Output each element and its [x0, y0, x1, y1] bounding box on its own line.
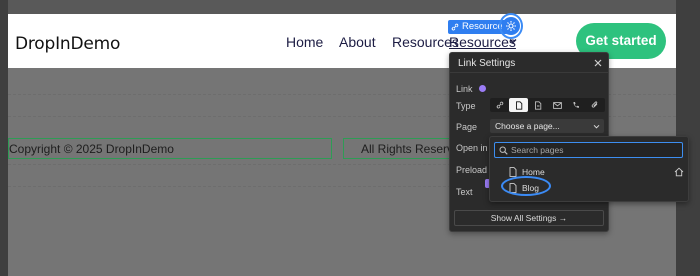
section-icon [534, 100, 542, 110]
search-box [494, 142, 683, 158]
highlight-ring [499, 13, 523, 39]
type-attachment-button[interactable] [586, 98, 605, 112]
close-icon[interactable] [592, 57, 604, 69]
type-url-button[interactable] [490, 98, 509, 112]
home-icon [674, 167, 684, 177]
link-status-dot [479, 85, 486, 92]
page-icon [515, 100, 522, 110]
link-icon [451, 23, 459, 31]
preload-label: Preload [456, 165, 488, 175]
nav-about[interactable]: About [339, 34, 376, 50]
search-pages-input[interactable] [511, 144, 681, 156]
link-icon [496, 101, 503, 109]
type-phone-button[interactable] [567, 98, 586, 112]
panel-header: Link Settings [450, 53, 608, 73]
page-select-value: Choose a page... [495, 121, 560, 131]
footer-copyright: Copyright © 2025 DropInDemo [9, 142, 174, 156]
type-label: Type [456, 101, 476, 111]
text-label: Text [456, 187, 473, 197]
phone-icon [573, 102, 580, 108]
page-icon [509, 167, 517, 177]
chevron-down-icon [593, 124, 600, 129]
open-in-label: Open in [456, 143, 488, 153]
nav-home[interactable]: Home [286, 34, 323, 50]
element-tag-label: Resource [462, 21, 503, 32]
email-icon [552, 101, 562, 109]
page-label: Page [456, 122, 478, 132]
type-page-button[interactable] [509, 98, 529, 112]
search-icon [499, 146, 508, 155]
type-section-button[interactable] [528, 98, 547, 112]
attachment-icon [592, 101, 598, 108]
site-logo[interactable]: DropInDemo [15, 34, 120, 54]
show-all-settings-button[interactable]: Show All Settings → [454, 210, 604, 226]
link-label: Link [456, 84, 473, 94]
page-select[interactable]: Choose a page... [490, 119, 604, 133]
link-type-selector [490, 98, 605, 112]
panel-title: Link Settings [458, 58, 516, 69]
type-email-button[interactable] [548, 98, 567, 112]
canvas-left-edge [0, 0, 8, 276]
footer-rights: All Rights Reserv [361, 142, 454, 156]
highlight-ring [501, 176, 551, 196]
